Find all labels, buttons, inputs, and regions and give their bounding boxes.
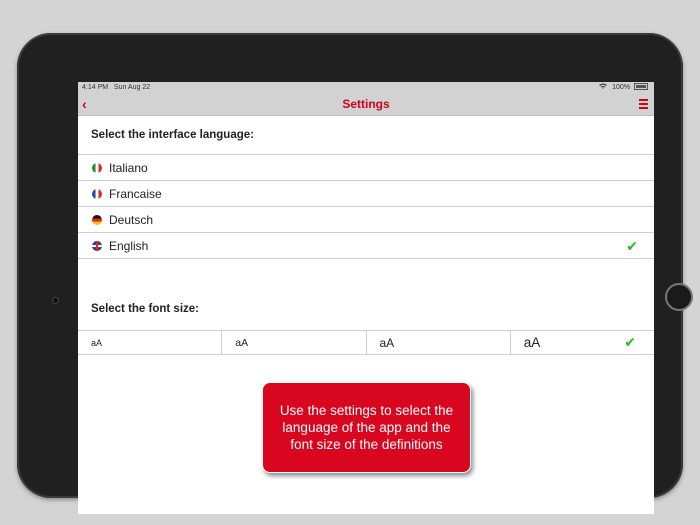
wifi-icon [599, 82, 608, 93]
font-size-sample: aA [91, 337, 103, 348]
language-option-english[interactable]: English ✔ [78, 232, 654, 259]
page-title: Settings [342, 97, 390, 111]
status-time: 4:14 PM [82, 84, 109, 91]
language-label: Italiano [109, 160, 148, 175]
checkmark-icon: ✔ [624, 334, 636, 350]
font-size-option-4[interactable]: aA ✔ [511, 331, 654, 354]
language-option-italiano[interactable]: Italiano [78, 154, 654, 180]
camera-icon [52, 297, 59, 304]
home-button[interactable] [665, 283, 693, 311]
language-section-label: Select the interface language: [91, 129, 254, 141]
navigation-bar: ‹ Settings [78, 93, 654, 116]
tutorial-callout: Use the settings to select the language … [262, 382, 471, 473]
font-size-sample: aA [523, 335, 541, 350]
italy-flag-icon [92, 162, 102, 173]
language-label: English [109, 238, 149, 253]
language-list: Italiano Francaise Deutsch English ✔ [78, 154, 654, 259]
status-bar: 4:14 PM Sun Aug 22 100% [78, 82, 654, 93]
checkmark-icon: ✔ [626, 238, 638, 254]
font-size-sample: aA [379, 335, 395, 350]
font-size-option-1[interactable]: aA [78, 331, 223, 354]
callout-text: Use the settings to select the language … [279, 403, 454, 452]
font-size-option-3[interactable]: aA [367, 331, 511, 354]
status-right: 100% [599, 82, 648, 93]
font-size-sample: aA [235, 336, 249, 349]
battery-percent: 100% [612, 84, 631, 91]
language-label: Deutsch [109, 212, 154, 227]
font-size-option-2[interactable]: aA [222, 331, 367, 354]
status-date: Sun Aug 22 [113, 84, 151, 91]
germany-flag-icon [92, 214, 102, 225]
battery-icon [634, 82, 648, 90]
status-time-date: 4:14 PM Sun Aug 22 [82, 82, 150, 93]
language-option-deutsch[interactable]: Deutsch [78, 206, 654, 232]
app-screen: 4:14 PM Sun Aug 22 100% ‹ Settings Selec… [78, 82, 654, 514]
language-label: Francaise [109, 186, 162, 201]
menu-icon[interactable] [639, 99, 648, 109]
tablet-frame: 4:14 PM Sun Aug 22 100% ‹ Settings Selec… [17, 33, 693, 514]
uk-flag-icon [92, 240, 102, 251]
font-size-section-label: Select the font size: [91, 303, 199, 315]
font-size-selector: aA aA aA aA ✔ [78, 330, 654, 355]
language-option-francaise[interactable]: Francaise [78, 180, 654, 206]
france-flag-icon [92, 188, 102, 199]
